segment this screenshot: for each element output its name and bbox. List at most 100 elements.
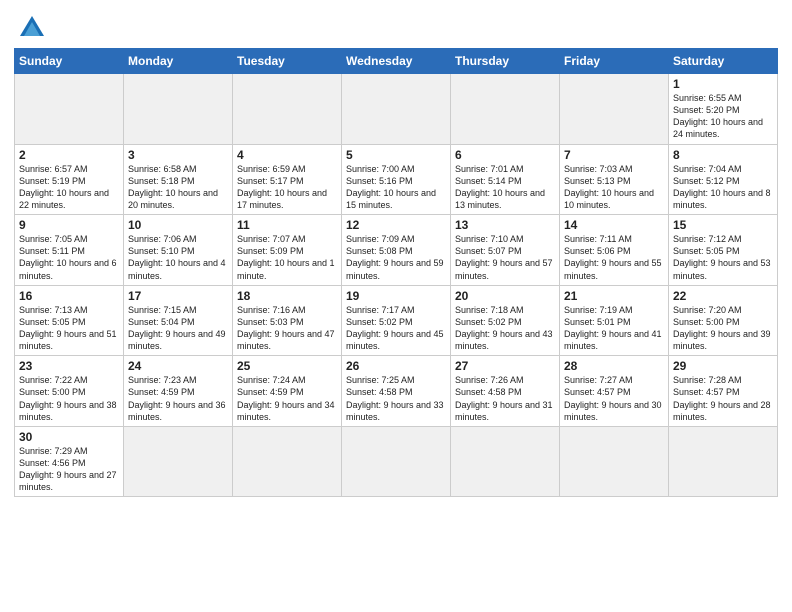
calendar-cell: 19Sunrise: 7:17 AM Sunset: 5:02 PM Dayli…: [342, 285, 451, 356]
day-info: Sunrise: 7:23 AM Sunset: 4:59 PM Dayligh…: [128, 374, 228, 423]
day-info: Sunrise: 7:29 AM Sunset: 4:56 PM Dayligh…: [19, 445, 119, 494]
day-info: Sunrise: 7:06 AM Sunset: 5:10 PM Dayligh…: [128, 233, 228, 282]
day-number: 28: [564, 359, 664, 373]
day-number: 9: [19, 218, 119, 232]
week-row-6: 30Sunrise: 7:29 AM Sunset: 4:56 PM Dayli…: [15, 426, 778, 497]
week-row-2: 2Sunrise: 6:57 AM Sunset: 5:19 PM Daylig…: [15, 144, 778, 215]
weekday-header-friday: Friday: [560, 49, 669, 74]
calendar-cell: 3Sunrise: 6:58 AM Sunset: 5:18 PM Daylig…: [124, 144, 233, 215]
day-info: Sunrise: 6:55 AM Sunset: 5:20 PM Dayligh…: [673, 92, 773, 141]
day-info: Sunrise: 6:57 AM Sunset: 5:19 PM Dayligh…: [19, 163, 119, 212]
calendar-cell: [233, 74, 342, 145]
day-number: 7: [564, 148, 664, 162]
day-info: Sunrise: 7:01 AM Sunset: 5:14 PM Dayligh…: [455, 163, 555, 212]
day-number: 8: [673, 148, 773, 162]
day-info: Sunrise: 6:58 AM Sunset: 5:18 PM Dayligh…: [128, 163, 228, 212]
calendar-cell: [15, 74, 124, 145]
weekday-header-saturday: Saturday: [669, 49, 778, 74]
day-info: Sunrise: 7:27 AM Sunset: 4:57 PM Dayligh…: [564, 374, 664, 423]
day-number: 25: [237, 359, 337, 373]
weekday-header-wednesday: Wednesday: [342, 49, 451, 74]
day-info: Sunrise: 7:11 AM Sunset: 5:06 PM Dayligh…: [564, 233, 664, 282]
calendar-cell: [233, 426, 342, 497]
day-number: 11: [237, 218, 337, 232]
day-number: 10: [128, 218, 228, 232]
calendar-cell: [342, 426, 451, 497]
day-info: Sunrise: 7:24 AM Sunset: 4:59 PM Dayligh…: [237, 374, 337, 423]
calendar-cell: [342, 74, 451, 145]
day-info: Sunrise: 7:03 AM Sunset: 5:13 PM Dayligh…: [564, 163, 664, 212]
day-number: 14: [564, 218, 664, 232]
weekday-header-row: SundayMondayTuesdayWednesdayThursdayFrid…: [15, 49, 778, 74]
calendar-cell: 5Sunrise: 7:00 AM Sunset: 5:16 PM Daylig…: [342, 144, 451, 215]
day-info: Sunrise: 7:09 AM Sunset: 5:08 PM Dayligh…: [346, 233, 446, 282]
calendar-cell: [124, 74, 233, 145]
day-info: Sunrise: 7:10 AM Sunset: 5:07 PM Dayligh…: [455, 233, 555, 282]
day-info: Sunrise: 7:26 AM Sunset: 4:58 PM Dayligh…: [455, 374, 555, 423]
weekday-header-thursday: Thursday: [451, 49, 560, 74]
calendar-cell: 17Sunrise: 7:15 AM Sunset: 5:04 PM Dayli…: [124, 285, 233, 356]
day-info: Sunrise: 7:28 AM Sunset: 4:57 PM Dayligh…: [673, 374, 773, 423]
calendar-cell: [669, 426, 778, 497]
calendar-cell: 27Sunrise: 7:26 AM Sunset: 4:58 PM Dayli…: [451, 356, 560, 427]
day-number: 29: [673, 359, 773, 373]
day-info: Sunrise: 7:04 AM Sunset: 5:12 PM Dayligh…: [673, 163, 773, 212]
calendar-cell: [560, 426, 669, 497]
day-number: 15: [673, 218, 773, 232]
day-number: 20: [455, 289, 555, 303]
day-number: 19: [346, 289, 446, 303]
day-info: Sunrise: 6:59 AM Sunset: 5:17 PM Dayligh…: [237, 163, 337, 212]
week-row-4: 16Sunrise: 7:13 AM Sunset: 5:05 PM Dayli…: [15, 285, 778, 356]
calendar-cell: [124, 426, 233, 497]
logo-area: [14, 10, 46, 42]
calendar-cell: 1Sunrise: 6:55 AM Sunset: 5:20 PM Daylig…: [669, 74, 778, 145]
day-info: Sunrise: 7:05 AM Sunset: 5:11 PM Dayligh…: [19, 233, 119, 282]
day-number: 27: [455, 359, 555, 373]
calendar-cell: 10Sunrise: 7:06 AM Sunset: 5:10 PM Dayli…: [124, 215, 233, 286]
calendar-cell: 8Sunrise: 7:04 AM Sunset: 5:12 PM Daylig…: [669, 144, 778, 215]
day-info: Sunrise: 7:25 AM Sunset: 4:58 PM Dayligh…: [346, 374, 446, 423]
day-number: 5: [346, 148, 446, 162]
day-number: 23: [19, 359, 119, 373]
day-number: 17: [128, 289, 228, 303]
day-info: Sunrise: 7:19 AM Sunset: 5:01 PM Dayligh…: [564, 304, 664, 353]
page: SundayMondayTuesdayWednesdayThursdayFrid…: [0, 0, 792, 612]
day-number: 2: [19, 148, 119, 162]
calendar-cell: 20Sunrise: 7:18 AM Sunset: 5:02 PM Dayli…: [451, 285, 560, 356]
day-number: 4: [237, 148, 337, 162]
day-info: Sunrise: 7:12 AM Sunset: 5:05 PM Dayligh…: [673, 233, 773, 282]
calendar-cell: 4Sunrise: 6:59 AM Sunset: 5:17 PM Daylig…: [233, 144, 342, 215]
calendar-cell: 16Sunrise: 7:13 AM Sunset: 5:05 PM Dayli…: [15, 285, 124, 356]
calendar-cell: 22Sunrise: 7:20 AM Sunset: 5:00 PM Dayli…: [669, 285, 778, 356]
calendar-cell: 15Sunrise: 7:12 AM Sunset: 5:05 PM Dayli…: [669, 215, 778, 286]
calendar-cell: 7Sunrise: 7:03 AM Sunset: 5:13 PM Daylig…: [560, 144, 669, 215]
day-number: 1: [673, 77, 773, 91]
day-number: 12: [346, 218, 446, 232]
day-info: Sunrise: 7:17 AM Sunset: 5:02 PM Dayligh…: [346, 304, 446, 353]
weekday-header-tuesday: Tuesday: [233, 49, 342, 74]
calendar-cell: 12Sunrise: 7:09 AM Sunset: 5:08 PM Dayli…: [342, 215, 451, 286]
day-number: 21: [564, 289, 664, 303]
calendar-cell: [560, 74, 669, 145]
day-number: 13: [455, 218, 555, 232]
day-number: 30: [19, 430, 119, 444]
week-row-3: 9Sunrise: 7:05 AM Sunset: 5:11 PM Daylig…: [15, 215, 778, 286]
calendar-cell: 2Sunrise: 6:57 AM Sunset: 5:19 PM Daylig…: [15, 144, 124, 215]
day-info: Sunrise: 7:20 AM Sunset: 5:00 PM Dayligh…: [673, 304, 773, 353]
week-row-5: 23Sunrise: 7:22 AM Sunset: 5:00 PM Dayli…: [15, 356, 778, 427]
day-info: Sunrise: 7:15 AM Sunset: 5:04 PM Dayligh…: [128, 304, 228, 353]
header: [14, 10, 778, 42]
day-number: 3: [128, 148, 228, 162]
day-info: Sunrise: 7:16 AM Sunset: 5:03 PM Dayligh…: [237, 304, 337, 353]
calendar-cell: 21Sunrise: 7:19 AM Sunset: 5:01 PM Dayli…: [560, 285, 669, 356]
calendar-cell: 9Sunrise: 7:05 AM Sunset: 5:11 PM Daylig…: [15, 215, 124, 286]
day-info: Sunrise: 7:22 AM Sunset: 5:00 PM Dayligh…: [19, 374, 119, 423]
day-number: 6: [455, 148, 555, 162]
day-number: 24: [128, 359, 228, 373]
calendar-cell: 29Sunrise: 7:28 AM Sunset: 4:57 PM Dayli…: [669, 356, 778, 427]
calendar-cell: 25Sunrise: 7:24 AM Sunset: 4:59 PM Dayli…: [233, 356, 342, 427]
calendar: SundayMondayTuesdayWednesdayThursdayFrid…: [14, 48, 778, 497]
calendar-cell: [451, 426, 560, 497]
calendar-cell: 26Sunrise: 7:25 AM Sunset: 4:58 PM Dayli…: [342, 356, 451, 427]
calendar-cell: 30Sunrise: 7:29 AM Sunset: 4:56 PM Dayli…: [15, 426, 124, 497]
